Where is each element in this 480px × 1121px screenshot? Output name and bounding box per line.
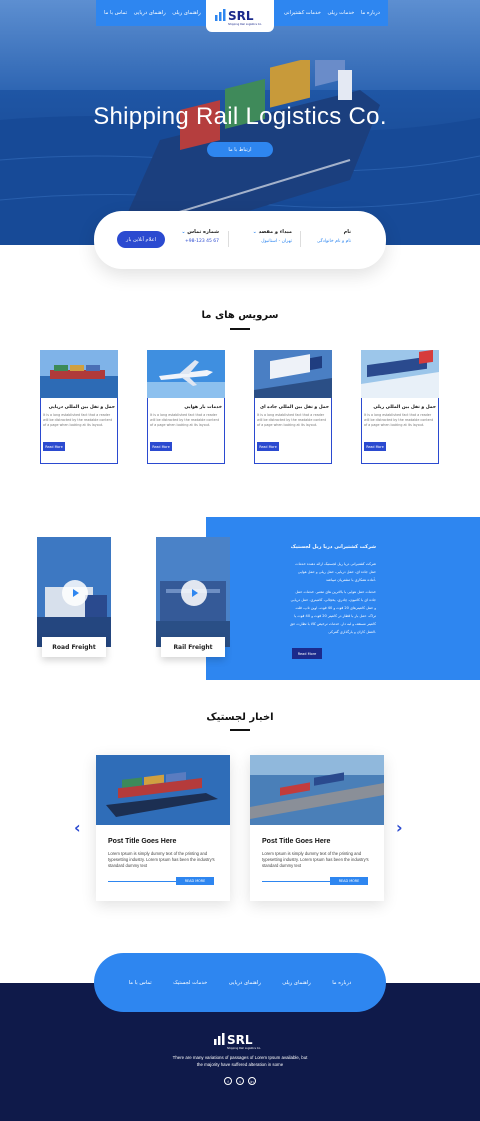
logo-subtitle: Shipping Rail Logistics Co. bbox=[228, 22, 262, 26]
about-paragraph: شرکت کشتیرانی دریا ریل لجستیک ارائه دهند… bbox=[295, 562, 376, 582]
footer-nav-rail-guide[interactable]: راهنمای ریلی bbox=[282, 980, 311, 986]
footer-logo-text: SRL bbox=[227, 1033, 253, 1047]
name-value: نام و نام خانوادگی bbox=[316, 239, 351, 244]
footer-logo: SRL Shipping Rail Logistics Co. bbox=[214, 1033, 261, 1050]
divider bbox=[108, 881, 178, 882]
nav-item-shipping[interactable]: خدمات کشتیرانی bbox=[284, 10, 321, 16]
news-rail-bridge-image bbox=[250, 755, 384, 825]
read-more-button[interactable]: Read More bbox=[43, 442, 65, 451]
brand-logo[interactable]: SRL Shipping Rail Logistics Co. bbox=[206, 0, 274, 32]
service-title: حمل و نقل بین المللی دریایی bbox=[48, 405, 115, 410]
nav-item-sea-guide[interactable]: راهنمای دریایی bbox=[134, 10, 166, 16]
read-more-button[interactable]: Read More bbox=[257, 442, 279, 451]
route-field[interactable]: ⌄ مبداء و مقصد تهران - استانبول bbox=[244, 229, 292, 244]
prev-arrow-icon[interactable]: ‹ bbox=[74, 818, 81, 837]
phone-label: شماره تماس bbox=[187, 229, 219, 235]
srl-logo-icon: SRL Shipping Rail Logistics Co. bbox=[215, 9, 262, 26]
logo-text: SRL bbox=[228, 9, 254, 23]
service-description: It is a long established fact that a rea… bbox=[150, 413, 220, 427]
social-links: f t in bbox=[224, 1077, 256, 1085]
facebook-icon[interactable]: f bbox=[224, 1077, 232, 1085]
news-ship-image bbox=[96, 755, 230, 825]
nav-item-contact[interactable]: تماس با ما bbox=[104, 10, 127, 16]
service-title: حمل و نقل بین المللی ریلی bbox=[373, 405, 436, 410]
about-paragraph: خدمات حمل هوایی با بالاترین های معتبر. خ… bbox=[290, 590, 376, 634]
service-card-rail: حمل و نقل بین المللی ریلی It is a long e… bbox=[358, 350, 442, 464]
submit-cargo-button[interactable]: اعلام آنلاین بار bbox=[117, 231, 165, 248]
service-title: حمل و نقل بین المللی جاده ای bbox=[259, 405, 329, 410]
news-post-excerpt: Lorem Ipsum is simply dummy text of the … bbox=[108, 851, 215, 868]
airplane-image bbox=[147, 350, 225, 398]
footer-nav-about[interactable]: درباره ما bbox=[332, 980, 351, 986]
news-card: Post Title Goes Here Lorem Ipsum is simp… bbox=[250, 755, 384, 901]
news-read-more-button[interactable]: READ MORE bbox=[176, 877, 214, 885]
news-read-more-button[interactable]: READ MORE bbox=[330, 877, 368, 885]
read-more-button[interactable]: Read More bbox=[364, 442, 386, 451]
services-title: سرویس های ما bbox=[201, 310, 279, 321]
chevron-down-icon: ⌄ bbox=[181, 229, 186, 235]
phone-value: +98-123 45 67 bbox=[184, 239, 219, 244]
footer-nav-logistics[interactable]: خدمات لجستیک bbox=[173, 980, 207, 986]
service-card-road: حمل و نقل بین المللی جاده ای It is a lon… bbox=[251, 350, 335, 464]
nav-item-rail[interactable]: خدمات ریلی bbox=[328, 10, 355, 16]
linkedin-icon[interactable]: in bbox=[248, 1077, 256, 1085]
footer-logo-subtitle: Shipping Rail Logistics Co. bbox=[227, 1046, 261, 1050]
service-card-air: خدمات بار هوایی It is a long established… bbox=[144, 350, 228, 464]
play-icon[interactable] bbox=[62, 580, 88, 606]
train-image bbox=[361, 350, 439, 398]
news-post-title[interactable]: Post Title Goes Here bbox=[108, 838, 176, 845]
rail-freight-card[interactable]: Rail Freight bbox=[156, 537, 230, 663]
service-description: It is a long established fact that a rea… bbox=[364, 413, 434, 427]
contact-us-button[interactable]: ارتباط با ما bbox=[207, 142, 273, 157]
chevron-down-icon: ⌄ bbox=[252, 229, 257, 235]
footer-navigation: تماس با ما خدمات لجستیک راهنمای دریایی ر… bbox=[94, 953, 386, 1012]
phone-field[interactable]: ⌄ شماره تماس +98-123 45 67 bbox=[179, 229, 219, 244]
nav-item-rail-guide[interactable]: راهنمای ریلی bbox=[172, 10, 201, 16]
read-more-button[interactable]: Read More bbox=[150, 442, 172, 451]
service-description: It is a long established fact that a rea… bbox=[257, 413, 327, 427]
about-title: شرکت کشتیرانی دریا ریل لجستیک bbox=[290, 544, 376, 550]
road-freight-label: Road Freight bbox=[42, 637, 106, 657]
divider bbox=[228, 231, 229, 247]
booking-bar: اعلام آنلاین بار ⌄ شماره تماس +98-123 45… bbox=[94, 211, 386, 269]
next-arrow-icon[interactable]: › bbox=[396, 818, 403, 837]
divider bbox=[300, 231, 301, 247]
container-ship-image bbox=[40, 350, 118, 398]
route-value: تهران - استانبول bbox=[261, 239, 292, 244]
name-label: نام bbox=[343, 229, 351, 235]
truck-image bbox=[254, 350, 332, 398]
service-description: It is a long established fact that a rea… bbox=[43, 413, 113, 427]
about-read-more-button[interactable]: Read More bbox=[292, 648, 322, 659]
news-title: اخبار لجستیک bbox=[206, 712, 274, 723]
footer-nav-contact[interactable]: تماس با ما bbox=[129, 980, 152, 986]
footer-nav-sea-guide[interactable]: راهنمای دریایی bbox=[229, 980, 261, 986]
nav-item-about[interactable]: درباره ما bbox=[361, 10, 380, 16]
footer-text: There are many variations of passages of… bbox=[172, 1055, 308, 1067]
title-underline bbox=[230, 729, 250, 731]
rail-freight-label: Rail Freight bbox=[161, 637, 225, 657]
twitter-icon[interactable]: t bbox=[236, 1077, 244, 1085]
name-field[interactable]: نام نام و نام خانوادگی bbox=[309, 229, 351, 244]
divider bbox=[262, 881, 332, 882]
play-icon[interactable] bbox=[181, 580, 207, 606]
news-post-title[interactable]: Post Title Goes Here bbox=[262, 838, 330, 845]
news-post-excerpt: Lorem Ipsum is simply dummy text of the … bbox=[262, 851, 369, 868]
title-underline bbox=[230, 328, 250, 330]
service-title: خدمات بار هوایی bbox=[184, 405, 222, 410]
route-label: مبداء و مقصد bbox=[258, 229, 292, 235]
road-freight-card[interactable]: Road Freight bbox=[37, 537, 111, 663]
service-card-sea: حمل و نقل بین المللی دریایی It is a long… bbox=[37, 350, 121, 464]
news-card: Post Title Goes Here Lorem Ipsum is simp… bbox=[96, 755, 230, 901]
hero-title: Shipping Rail Logistics Co. bbox=[93, 103, 387, 130]
about-text: شرکت کشتیرانی دریا ریل لجستیک ارائه دهند… bbox=[290, 560, 376, 636]
